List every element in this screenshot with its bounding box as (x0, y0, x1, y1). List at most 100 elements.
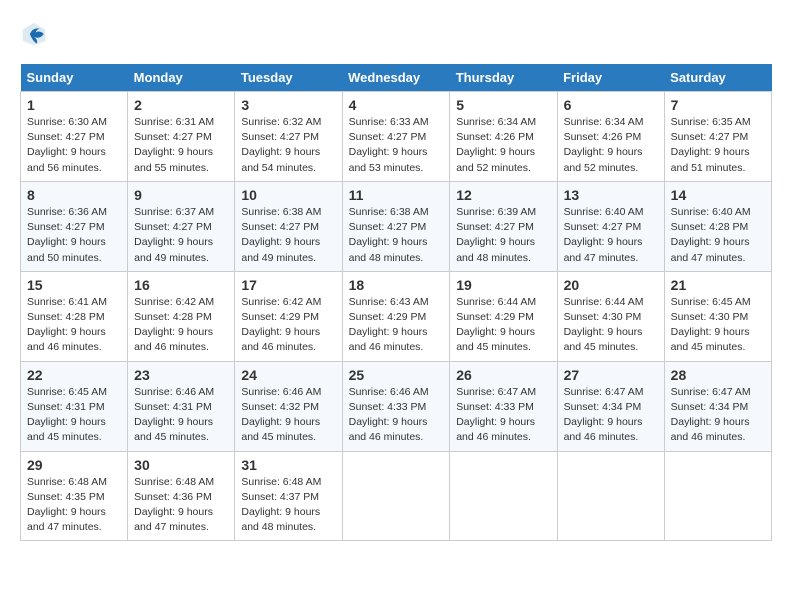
day-info: Sunrise: 6:38 AMSunset: 4:27 PMDaylight:… (349, 206, 429, 264)
day-info: Sunrise: 6:48 AMSunset: 4:35 PMDaylight:… (27, 476, 107, 534)
day-number: 1 (27, 97, 121, 113)
day-info: Sunrise: 6:40 AMSunset: 4:27 PMDaylight:… (564, 206, 644, 264)
day-number: 30 (134, 457, 228, 473)
day-cell: 13 Sunrise: 6:40 AMSunset: 4:27 PMDaylig… (557, 181, 664, 271)
day-number: 29 (27, 457, 121, 473)
day-number: 28 (671, 367, 765, 383)
day-info: Sunrise: 6:48 AMSunset: 4:37 PMDaylight:… (241, 476, 321, 534)
day-info: Sunrise: 6:46 AMSunset: 4:32 PMDaylight:… (241, 386, 321, 444)
day-number: 8 (27, 187, 121, 203)
day-info: Sunrise: 6:30 AMSunset: 4:27 PMDaylight:… (27, 116, 107, 174)
day-cell: 14 Sunrise: 6:40 AMSunset: 4:28 PMDaylig… (664, 181, 771, 271)
day-number: 27 (564, 367, 658, 383)
week-row-2: 8 Sunrise: 6:36 AMSunset: 4:27 PMDayligh… (21, 181, 772, 271)
day-info: Sunrise: 6:44 AMSunset: 4:29 PMDaylight:… (456, 296, 536, 354)
day-cell: 4 Sunrise: 6:33 AMSunset: 4:27 PMDayligh… (342, 92, 450, 182)
day-number: 19 (456, 277, 550, 293)
day-number: 24 (241, 367, 335, 383)
day-number: 21 (671, 277, 765, 293)
day-cell: 7 Sunrise: 6:35 AMSunset: 4:27 PMDayligh… (664, 92, 771, 182)
col-header-sunday: Sunday (21, 64, 128, 92)
day-number: 10 (241, 187, 335, 203)
day-number: 9 (134, 187, 228, 203)
calendar-table: SundayMondayTuesdayWednesdayThursdayFrid… (20, 64, 772, 541)
logo-icon (20, 20, 48, 48)
day-cell: 29 Sunrise: 6:48 AMSunset: 4:35 PMDaylig… (21, 451, 128, 541)
day-info: Sunrise: 6:46 AMSunset: 4:31 PMDaylight:… (134, 386, 214, 444)
day-number: 23 (134, 367, 228, 383)
day-cell: 18 Sunrise: 6:43 AMSunset: 4:29 PMDaylig… (342, 271, 450, 361)
day-info: Sunrise: 6:33 AMSunset: 4:27 PMDaylight:… (349, 116, 429, 174)
day-cell: 8 Sunrise: 6:36 AMSunset: 4:27 PMDayligh… (21, 181, 128, 271)
day-cell: 12 Sunrise: 6:39 AMSunset: 4:27 PMDaylig… (450, 181, 557, 271)
day-number: 5 (456, 97, 550, 113)
day-info: Sunrise: 6:46 AMSunset: 4:33 PMDaylight:… (349, 386, 429, 444)
day-cell: 11 Sunrise: 6:38 AMSunset: 4:27 PMDaylig… (342, 181, 450, 271)
day-cell: 5 Sunrise: 6:34 AMSunset: 4:26 PMDayligh… (450, 92, 557, 182)
day-cell: 31 Sunrise: 6:48 AMSunset: 4:37 PMDaylig… (235, 451, 342, 541)
header-row: SundayMondayTuesdayWednesdayThursdayFrid… (21, 64, 772, 92)
day-number: 20 (564, 277, 658, 293)
day-cell: 15 Sunrise: 6:41 AMSunset: 4:28 PMDaylig… (21, 271, 128, 361)
col-header-friday: Friday (557, 64, 664, 92)
day-cell: 6 Sunrise: 6:34 AMSunset: 4:26 PMDayligh… (557, 92, 664, 182)
day-cell: 27 Sunrise: 6:47 AMSunset: 4:34 PMDaylig… (557, 361, 664, 451)
logo (20, 20, 52, 48)
day-info: Sunrise: 6:45 AMSunset: 4:31 PMDaylight:… (27, 386, 107, 444)
day-number: 26 (456, 367, 550, 383)
week-row-5: 29 Sunrise: 6:48 AMSunset: 4:35 PMDaylig… (21, 451, 772, 541)
day-cell (342, 451, 450, 541)
day-number: 4 (349, 97, 444, 113)
day-info: Sunrise: 6:38 AMSunset: 4:27 PMDaylight:… (241, 206, 321, 264)
day-number: 11 (349, 187, 444, 203)
day-cell: 21 Sunrise: 6:45 AMSunset: 4:30 PMDaylig… (664, 271, 771, 361)
day-cell: 17 Sunrise: 6:42 AMSunset: 4:29 PMDaylig… (235, 271, 342, 361)
day-cell: 3 Sunrise: 6:32 AMSunset: 4:27 PMDayligh… (235, 92, 342, 182)
day-cell: 10 Sunrise: 6:38 AMSunset: 4:27 PMDaylig… (235, 181, 342, 271)
day-info: Sunrise: 6:34 AMSunset: 4:26 PMDaylight:… (564, 116, 644, 174)
day-info: Sunrise: 6:42 AMSunset: 4:28 PMDaylight:… (134, 296, 214, 354)
day-info: Sunrise: 6:47 AMSunset: 4:33 PMDaylight:… (456, 386, 536, 444)
week-row-4: 22 Sunrise: 6:45 AMSunset: 4:31 PMDaylig… (21, 361, 772, 451)
header (20, 20, 772, 48)
day-number: 6 (564, 97, 658, 113)
day-info: Sunrise: 6:44 AMSunset: 4:30 PMDaylight:… (564, 296, 644, 354)
week-row-1: 1 Sunrise: 6:30 AMSunset: 4:27 PMDayligh… (21, 92, 772, 182)
day-number: 2 (134, 97, 228, 113)
day-cell: 1 Sunrise: 6:30 AMSunset: 4:27 PMDayligh… (21, 92, 128, 182)
day-number: 7 (671, 97, 765, 113)
day-info: Sunrise: 6:42 AMSunset: 4:29 PMDaylight:… (241, 296, 321, 354)
day-number: 15 (27, 277, 121, 293)
day-cell: 30 Sunrise: 6:48 AMSunset: 4:36 PMDaylig… (128, 451, 235, 541)
col-header-monday: Monday (128, 64, 235, 92)
day-number: 17 (241, 277, 335, 293)
day-cell: 24 Sunrise: 6:46 AMSunset: 4:32 PMDaylig… (235, 361, 342, 451)
day-cell (450, 451, 557, 541)
day-info: Sunrise: 6:31 AMSunset: 4:27 PMDaylight:… (134, 116, 214, 174)
day-cell: 26 Sunrise: 6:47 AMSunset: 4:33 PMDaylig… (450, 361, 557, 451)
day-cell: 19 Sunrise: 6:44 AMSunset: 4:29 PMDaylig… (450, 271, 557, 361)
day-number: 25 (349, 367, 444, 383)
day-number: 22 (27, 367, 121, 383)
day-cell (664, 451, 771, 541)
day-number: 31 (241, 457, 335, 473)
day-cell: 28 Sunrise: 6:47 AMSunset: 4:34 PMDaylig… (664, 361, 771, 451)
day-cell: 25 Sunrise: 6:46 AMSunset: 4:33 PMDaylig… (342, 361, 450, 451)
day-info: Sunrise: 6:45 AMSunset: 4:30 PMDaylight:… (671, 296, 751, 354)
day-number: 16 (134, 277, 228, 293)
day-info: Sunrise: 6:37 AMSunset: 4:27 PMDaylight:… (134, 206, 214, 264)
day-info: Sunrise: 6:47 AMSunset: 4:34 PMDaylight:… (671, 386, 751, 444)
day-info: Sunrise: 6:32 AMSunset: 4:27 PMDaylight:… (241, 116, 321, 174)
col-header-thursday: Thursday (450, 64, 557, 92)
day-info: Sunrise: 6:34 AMSunset: 4:26 PMDaylight:… (456, 116, 536, 174)
day-cell: 22 Sunrise: 6:45 AMSunset: 4:31 PMDaylig… (21, 361, 128, 451)
week-row-3: 15 Sunrise: 6:41 AMSunset: 4:28 PMDaylig… (21, 271, 772, 361)
day-number: 3 (241, 97, 335, 113)
day-info: Sunrise: 6:35 AMSunset: 4:27 PMDaylight:… (671, 116, 751, 174)
day-number: 13 (564, 187, 658, 203)
day-info: Sunrise: 6:41 AMSunset: 4:28 PMDaylight:… (27, 296, 107, 354)
day-cell (557, 451, 664, 541)
day-cell: 23 Sunrise: 6:46 AMSunset: 4:31 PMDaylig… (128, 361, 235, 451)
day-number: 18 (349, 277, 444, 293)
day-info: Sunrise: 6:40 AMSunset: 4:28 PMDaylight:… (671, 206, 751, 264)
